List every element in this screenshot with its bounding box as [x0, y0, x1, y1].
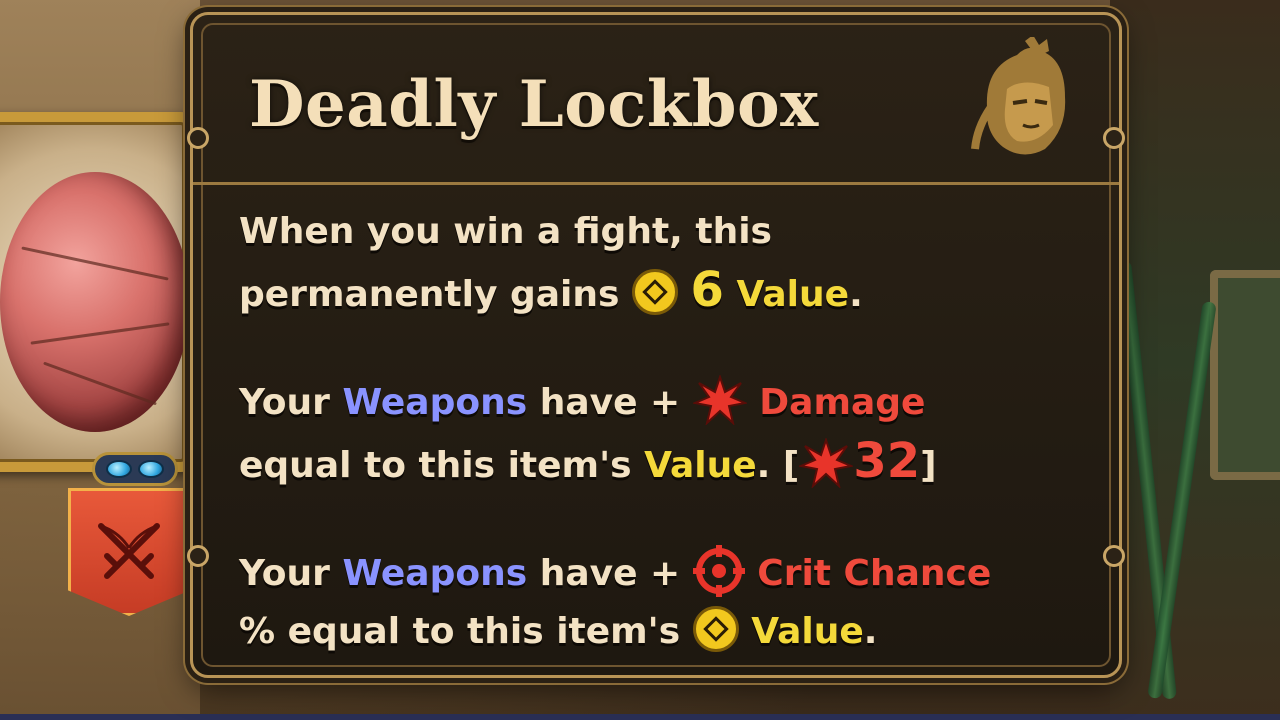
value-keyword: Value: [644, 445, 757, 486]
value-keyword: Value: [751, 611, 864, 652]
effect-line: Your Weapons have + Damage: [239, 374, 1079, 432]
enchant-gems-icon: [92, 452, 178, 486]
tooltip-body: When you win a fight, this permanently g…: [239, 203, 1079, 661]
punctuation: .: [849, 274, 863, 315]
weapons-keyword: Weapons: [342, 382, 528, 423]
effect-text: permanently gains: [239, 274, 620, 315]
item-title: Deadly Lockbox: [249, 67, 819, 142]
effect-damage: Your Weapons have + Damage equal to this…: [239, 374, 1079, 495]
value-keyword: Value: [736, 274, 850, 315]
effect-text: equal to this item's: [239, 445, 632, 486]
weapons-keyword: Weapons: [342, 553, 528, 594]
crossed-swords-icon: [98, 523, 160, 579]
effect-line: equal to this item's Value. [ 32]: [239, 432, 1079, 495]
effect-line: permanently gains 6 Value.: [239, 261, 1079, 324]
damage-burst-icon: [799, 438, 854, 488]
frame-ornament: [187, 545, 209, 567]
effect-gain-value: When you win a fight, this permanently g…: [239, 203, 1079, 324]
effect-line: % equal to this item's Value.: [239, 603, 1079, 661]
tooltip-header: Deadly Lockbox: [193, 15, 1119, 185]
weapon-type-banner: [68, 488, 190, 616]
item-art-egg: [0, 172, 185, 432]
effect-line: When you win a fight, this: [239, 203, 1079, 261]
background-frame: [1210, 270, 1280, 480]
gem: [106, 460, 132, 478]
damage-keyword: Damage: [759, 382, 926, 423]
effect-text: Your: [239, 553, 330, 594]
crit-keyword: Crit Chance: [757, 553, 992, 594]
effect-text: have +: [539, 382, 681, 423]
value-amount: 6: [690, 262, 724, 318]
value-coin-icon: [631, 269, 678, 315]
gem: [138, 460, 164, 478]
punctuation: . [: [756, 445, 800, 486]
effect-crit-chance: Your Weapons have + Crit Chance % equal …: [239, 545, 1079, 661]
bottom-strip: [0, 714, 1280, 720]
frame-ornament: [1103, 545, 1125, 567]
item-tooltip: Deadly Lockbox When you win a fight, thi…: [187, 12, 1125, 678]
damage-burst-icon: [692, 375, 747, 425]
effect-text: have +: [539, 553, 681, 594]
damage-total: 32: [853, 433, 921, 489]
crit-target-icon: [692, 545, 745, 597]
punctuation: .: [863, 611, 878, 652]
hero-portrait-icon: [971, 37, 1066, 155]
effect-text: When you win a fight, this: [239, 211, 772, 252]
effect-line: Your Weapons have + Crit Chance: [239, 545, 1079, 603]
effect-text: Your: [239, 382, 330, 423]
punctuation: ]: [920, 445, 937, 486]
value-coin-icon: [692, 606, 739, 652]
item-card-deadly-lockbox[interactable]: [0, 112, 195, 472]
effect-text: % equal to this item's: [239, 611, 681, 652]
